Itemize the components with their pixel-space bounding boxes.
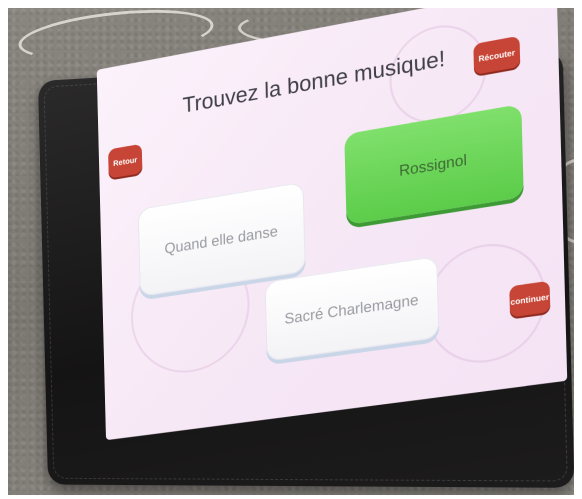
back-button[interactable]: Retour bbox=[108, 144, 142, 179]
tablet-screen: Trouvez la bonne musique! Retour Récoute… bbox=[97, 8, 568, 440]
continue-button[interactable]: continuer bbox=[509, 281, 550, 318]
tablet-case: Trouvez la bonne musique! Retour Récoute… bbox=[38, 50, 574, 488]
replay-button[interactable]: Récouter bbox=[473, 36, 520, 75]
photo-background: Trouvez la bonne musique! Retour Récoute… bbox=[8, 8, 574, 495]
answer-button-rossignol[interactable]: Rossignol bbox=[344, 104, 524, 225]
